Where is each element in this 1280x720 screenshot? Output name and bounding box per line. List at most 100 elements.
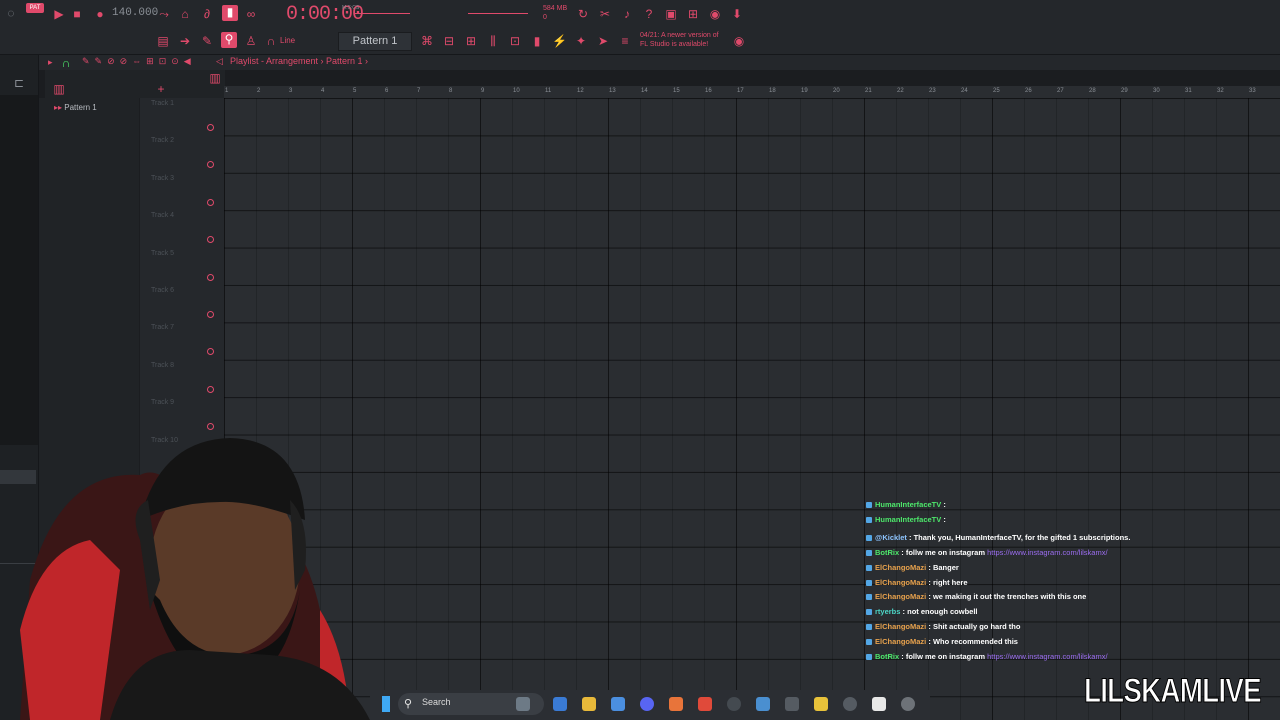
play-icon[interactable]: ▶ <box>52 7 66 21</box>
track-label[interactable]: Track 9 <box>151 399 174 406</box>
brave-icon[interactable] <box>698 697 712 711</box>
browser-icon[interactable]: ⊡ <box>508 34 522 48</box>
stamp-icon[interactable]: ♙ <box>244 34 258 48</box>
cut-icon[interactable]: ✂ <box>598 7 612 21</box>
track-label[interactable]: Track 8 <box>151 362 174 369</box>
chat-username[interactable]: HumanInterfaceTV <box>875 500 941 509</box>
arrow-icon[interactable]: ➔ <box>178 34 192 48</box>
snap-selector[interactable]: Line <box>280 36 295 45</box>
ruler-tick: 21 <box>865 88 872 94</box>
copilot-icon[interactable] <box>553 697 567 711</box>
chat-username[interactable]: ElChangoMazi <box>875 622 926 631</box>
track-label[interactable]: Track 1 <box>151 100 174 107</box>
obs-icon[interactable] <box>727 697 741 711</box>
playlist-icon[interactable]: ▤ <box>156 34 170 48</box>
4k-icon[interactable] <box>843 697 857 711</box>
undo-icon[interactable]: ↻ <box>576 7 590 21</box>
pattern-expand-icon[interactable]: ▸▸ <box>54 103 62 112</box>
plugin-picker-icon[interactable]: ⌘ <box>420 34 434 48</box>
chat-icon[interactable]: ◉ <box>708 7 722 21</box>
folder-icon[interactable]: ⊏ <box>12 76 26 90</box>
chat-username[interactable]: BotRix <box>875 652 899 661</box>
ruler-tick: 4 <box>321 88 325 94</box>
breadcrumb-back-icon[interactable]: ◁ <box>216 56 223 67</box>
chat-text: right here <box>932 577 968 587</box>
link-icon[interactable]: ⚲ <box>221 32 237 48</box>
chat-username[interactable]: ElChangoMazi <box>875 637 926 646</box>
stop-icon[interactable]: ■ <box>70 7 84 21</box>
pattern-icon[interactable]: ▥ <box>52 82 66 96</box>
ruler-tick: 9 <box>481 88 485 94</box>
track-label[interactable]: Track 6 <box>151 287 174 294</box>
mixer-icon[interactable]: ⊞ <box>686 7 700 21</box>
pattern-list-item[interactable]: ▸▸ Pattern 1 <box>54 103 97 112</box>
steam-icon[interactable] <box>756 697 770 711</box>
master-volume-slider[interactable] <box>468 13 528 14</box>
tempo-display[interactable]: 140.000 <box>112 7 158 19</box>
magnet-snap-icon[interactable]: ∩ <box>59 56 73 70</box>
add-track-icon[interactable]: + <box>154 82 168 96</box>
fl-studio-icon[interactable] <box>669 697 683 711</box>
track-label[interactable]: Track 2 <box>151 137 174 144</box>
loop-record-icon[interactable]: ∞ <box>244 7 258 21</box>
pattern-selector[interactable]: Pattern 1 <box>338 32 412 51</box>
download-icon[interactable]: ⬇ <box>730 7 744 21</box>
chat-username[interactable]: rtyerbs <box>875 607 900 616</box>
record-icon[interactable]: ● <box>93 7 107 21</box>
playlist-tools[interactable]: ✎✎⊘⊘⇔⊞⊡⊙◀ <box>82 56 196 67</box>
track-mute-icon[interactable] <box>207 311 214 318</box>
chat-username[interactable]: @Kicklet <box>875 533 907 542</box>
chat-username[interactable]: BotRix <box>875 548 899 557</box>
chat-username[interactable]: HumanInterfaceTV <box>875 515 941 524</box>
channel-rack-icon[interactable]: ⊟ <box>442 34 456 48</box>
pat-song-toggle[interactable]: PAT <box>26 3 44 13</box>
track-mute-icon[interactable] <box>207 198 214 206</box>
save-icon[interactable]: ▣ <box>664 7 678 21</box>
send-icon[interactable]: ➤ <box>596 34 610 48</box>
chat-username[interactable]: ElChangoMazi <box>875 563 926 572</box>
playlist-pattern-icon[interactable]: ▥ <box>208 71 222 85</box>
magnet-icon[interactable]: ∩ <box>264 34 278 48</box>
chat-separator: : <box>926 592 933 602</box>
discord-icon[interactable] <box>640 697 654 711</box>
chat-username[interactable]: ElChangoMazi <box>875 592 926 601</box>
layers-icon[interactable] <box>814 697 828 711</box>
globe-icon[interactable]: ◉ <box>732 34 746 48</box>
stream-brand-logo: LILSKAMLIVE <box>1084 672 1262 711</box>
wrench-icon[interactable]: ✦ <box>574 34 588 48</box>
menu-icon[interactable]: ◌ <box>4 6 18 20</box>
mic-icon[interactable]: ♪ <box>620 7 634 21</box>
track-label[interactable]: Track 4 <box>151 212 174 219</box>
chat-link[interactable]: https://www.instagram.com/lilskamx/ <box>987 652 1107 661</box>
file-icon[interactable]: ▮ <box>530 34 544 48</box>
store-icon[interactable] <box>611 697 625 711</box>
track-mute-icon[interactable] <box>207 273 214 281</box>
metronome-icon[interactable]: ⌂ <box>178 7 192 21</box>
chat-username[interactable]: ElChangoMazi <box>875 578 926 587</box>
ruler-tick: 32 <box>1217 88 1224 94</box>
track-label[interactable]: Track 7 <box>151 324 174 331</box>
app-icon[interactable] <box>785 697 799 711</box>
windows-start-icon[interactable] <box>382 696 390 712</box>
ruler-tick: 11 <box>545 88 552 94</box>
pencil-icon[interactable]: ✎ <box>200 34 214 48</box>
track-label[interactable]: Track 3 <box>151 175 174 182</box>
list-icon[interactable]: ≡ <box>618 34 632 48</box>
wait-record-icon[interactable]: ▮ <box>222 5 238 21</box>
typing-keyboard-icon[interactable]: ⤳ <box>157 7 171 21</box>
playlist-breadcrumb[interactable]: Playlist - Arrangement › Pattern 1 › <box>230 56 368 66</box>
media-player-icon[interactable] <box>901 697 915 711</box>
countdown-icon[interactable]: ∂ <box>200 7 214 21</box>
update-notice[interactable]: 04/21: A newer version of FL Studio is av… <box>640 31 719 49</box>
grid-app-icon[interactable] <box>872 697 886 711</box>
plug-icon[interactable]: ⚡ <box>552 34 567 48</box>
track-mute-icon[interactable] <box>207 124 214 131</box>
track-label[interactable]: Track 5 <box>151 250 174 257</box>
piano-roll-icon[interactable]: ⊞ <box>464 34 478 48</box>
file-explorer-icon[interactable] <box>582 697 596 711</box>
chat-link[interactable]: https://www.instagram.com/lilskamx/ <box>987 548 1107 557</box>
playlist-arrow-icon[interactable]: ▸ <box>48 57 53 68</box>
help-icon[interactable]: ? <box>642 7 656 21</box>
track-mute-icon[interactable] <box>207 385 214 393</box>
mixer-view-icon[interactable]: ⫼ <box>486 34 500 48</box>
